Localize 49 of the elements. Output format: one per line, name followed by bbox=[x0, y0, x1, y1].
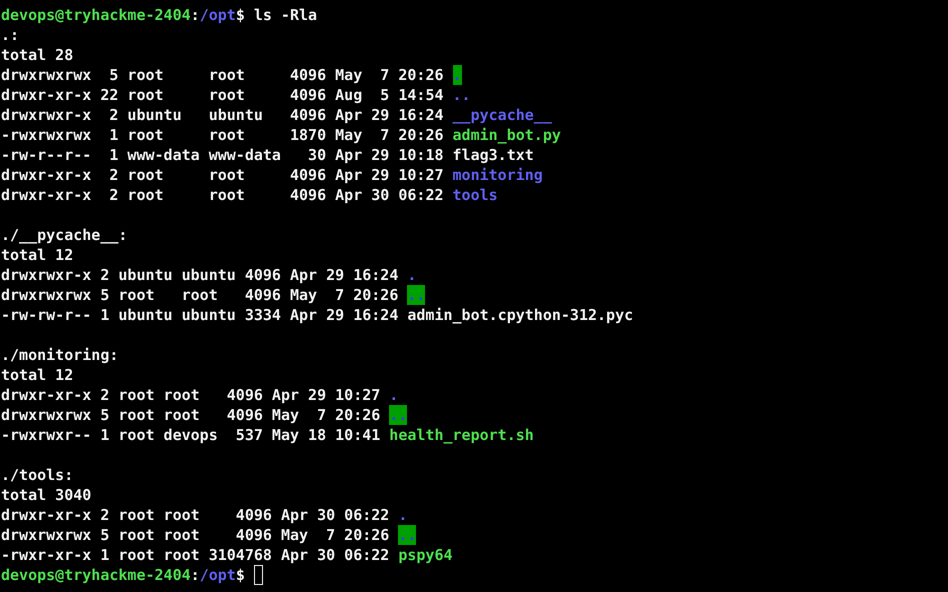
file-info-text: drwxrwxr-x 2 ubuntu ubuntu 4096 Apr 29 16:24 bbox=[1, 265, 398, 285]
executable-name: health_report.sh bbox=[389, 425, 534, 445]
output-text: ./__pycache__: bbox=[1, 225, 128, 245]
prompt-separator: : bbox=[190, 5, 200, 25]
directory-name: .. bbox=[452, 85, 471, 105]
prompt-user-host: devops@tryhackme-2404 bbox=[1, 565, 191, 585]
file-info-text: drwxr-xr-x 22 root root 4096 Aug 5 14:54 bbox=[1, 85, 444, 105]
output-text: ./tools: bbox=[1, 465, 74, 485]
prompt-symbol: $ bbox=[236, 5, 245, 25]
prompt-user-host: devops@tryhackme-2404 bbox=[1, 5, 191, 25]
prompt-separator: : bbox=[190, 565, 200, 585]
directory-name: __pycache__ bbox=[452, 105, 552, 125]
file-info-text: -rwxr-xr-x 1 root root 3104768 Apr 30 06:22 bbox=[1, 545, 390, 565]
output-text: total 3040 bbox=[1, 485, 92, 505]
output-text: total 28 bbox=[1, 45, 74, 65]
file-info-text: -rw-r--r-- 1 www-data www-data 30 Apr 29 10:18 bbox=[1, 145, 444, 165]
directory-name: . bbox=[389, 385, 398, 405]
file-info-text: drwxrwxrwx 5 root root 4096 May 7 20:26 bbox=[1, 405, 380, 425]
file-info-text: drwxr-xr-x 2 root root 4096 Apr 29 10:27 bbox=[1, 385, 380, 405]
file-info-text: drwxrwxrwx 5 root root 4096 May 7 20:26 bbox=[1, 285, 398, 305]
prompt-symbol: $ bbox=[236, 565, 245, 585]
file-info-text: -rwxrwxrwx 1 root root 1870 May 7 20:26 bbox=[1, 125, 444, 145]
directory-name: . bbox=[452, 65, 462, 85]
file-info-text: drwxrwxrwx 5 root root 4096 May 7 20:26 bbox=[1, 525, 390, 545]
file-name: admin_bot.cpython-312.pyc bbox=[407, 305, 634, 325]
output-text: total 12 bbox=[1, 365, 74, 385]
directory-name: .. bbox=[398, 525, 416, 545]
directory-name: . bbox=[398, 505, 408, 525]
executable-name: pspy64 bbox=[398, 545, 453, 565]
file-info-text: drwxr-xr-x 2 root root 4096 Apr 30 06:22 bbox=[1, 185, 444, 205]
file-name: flag3.txt bbox=[452, 145, 534, 165]
directory-name: tools bbox=[452, 185, 498, 205]
file-info-text: drwxr-xr-x 2 root root 4096 Apr 29 10:27 bbox=[1, 165, 444, 185]
directory-name: monitoring bbox=[452, 165, 543, 185]
prompt-path: /opt bbox=[200, 5, 236, 25]
command-text: ls -Rla bbox=[254, 5, 318, 25]
directory-name: . bbox=[407, 265, 416, 285]
output-text: ./monitoring: bbox=[1, 345, 118, 365]
file-info-text: -rw-rw-r-- 1 ubuntu ubuntu 3334 Apr 29 16:24 bbox=[1, 305, 398, 325]
output-text: total 12 bbox=[1, 245, 74, 265]
prompt-path: /opt bbox=[200, 565, 236, 585]
directory-name: .. bbox=[389, 405, 408, 425]
file-info-text: drwxrwxrwx 5 root root 4096 May 7 20:26 bbox=[1, 65, 444, 85]
executable-name: admin_bot.py bbox=[452, 125, 561, 145]
output-text: .: bbox=[1, 25, 20, 45]
file-info-text: drwxrwxr-x 2 ubuntu ubuntu 4096 Apr 29 16:24 bbox=[1, 105, 444, 125]
file-info-text: -rwxrwxr-- 1 root devops 537 May 18 10:41 bbox=[1, 425, 380, 445]
directory-name: .. bbox=[407, 285, 426, 305]
file-info-text: drwxr-xr-x 2 root root 4096 Apr 30 06:22 bbox=[1, 505, 390, 525]
